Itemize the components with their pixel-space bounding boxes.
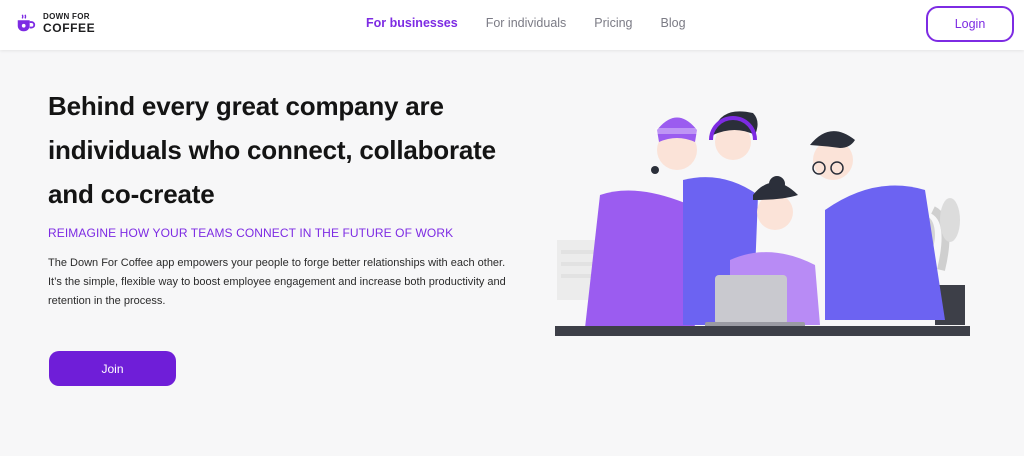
main-nav: For businesses For individuals Pricing B… bbox=[366, 16, 714, 30]
hero-title: Behind every great company are individua… bbox=[48, 91, 496, 209]
coffee-cup-icon bbox=[17, 14, 36, 32]
hero-subtitle: REIMAGINE HOW YOUR TEAMS CONNECT IN THE … bbox=[48, 226, 454, 240]
nav-for-individuals[interactable]: For individuals bbox=[486, 16, 567, 30]
desk bbox=[555, 326, 970, 336]
login-button[interactable]: Login bbox=[926, 6, 1014, 42]
brand-logo[interactable]: DOWN FOR COFFEE bbox=[15, 12, 95, 34]
nav-for-businesses[interactable]: For businesses bbox=[366, 16, 458, 30]
brand-line1: DOWN FOR bbox=[43, 11, 90, 21]
nav-blog[interactable]: Blog bbox=[661, 16, 686, 30]
hero-body: The Down For Coffee app empowers your pe… bbox=[48, 257, 506, 307]
person-right-blue bbox=[810, 131, 945, 320]
brand-text: DOWN FOR COFFEE bbox=[43, 11, 96, 35]
brand-line2: COFFEE bbox=[43, 20, 96, 35]
nav-pricing[interactable]: Pricing bbox=[594, 16, 632, 30]
person-purple-shirt bbox=[585, 117, 697, 328]
top-navbar: DOWN FOR COFFEE For businesses For indiv… bbox=[0, 0, 1024, 50]
join-button[interactable]: Join bbox=[49, 351, 176, 386]
team-collaborating-illustration bbox=[555, 111, 970, 336]
